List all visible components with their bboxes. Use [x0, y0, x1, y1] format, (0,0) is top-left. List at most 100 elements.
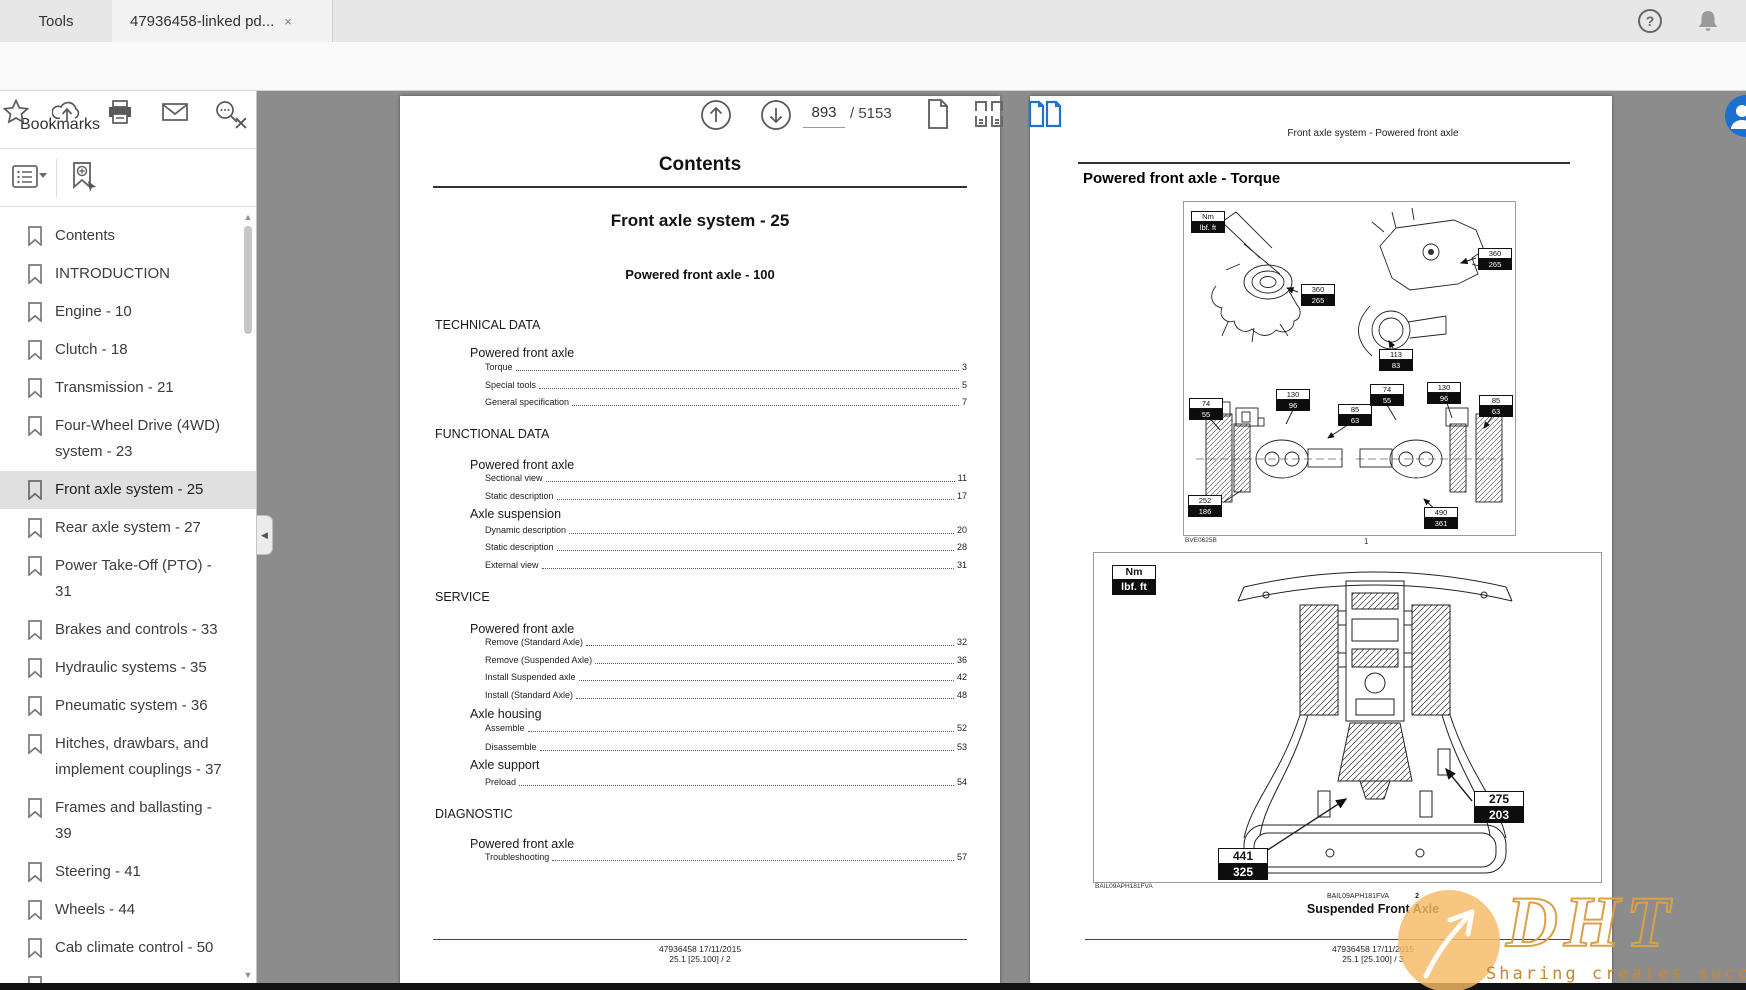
- bookmark-item[interactable]: Wheels - 44: [0, 891, 256, 929]
- toc-group: Powered front axle: [470, 837, 574, 851]
- bookmark-icon: [27, 620, 43, 640]
- torque-label: 8563: [1479, 395, 1513, 417]
- star-icon[interactable]: [2, 98, 30, 126]
- page-up-icon[interactable]: [699, 98, 733, 132]
- toc-entry: Install Suspended axle42: [485, 672, 967, 682]
- bookmark-label: Pneumatic system - 36: [55, 697, 208, 714]
- bookmark-item[interactable]: [0, 967, 256, 979]
- toc-entry: Static description28: [485, 542, 967, 552]
- bookmark-icon: [27, 938, 43, 958]
- email-icon[interactable]: [160, 98, 190, 126]
- toc-entry: Disassemble53: [485, 742, 967, 752]
- two-page-view-icon[interactable]: [1028, 100, 1062, 128]
- toc-entry: Torque3: [485, 362, 967, 372]
- scrolling-view-icon[interactable]: [972, 98, 1006, 130]
- bookmark-label: Cab climate control - 50: [55, 939, 213, 956]
- torque-label: 275203: [1474, 791, 1524, 823]
- tab-close-icon[interactable]: ×: [284, 14, 292, 29]
- bookmark-item[interactable]: Cab climate control - 50: [0, 929, 256, 967]
- divider: [1078, 162, 1570, 164]
- bookmark-icon: [27, 226, 43, 246]
- figure-code: BAIL09APH181FVA: [1095, 883, 1153, 890]
- figure-caption: Suspended Front Axle: [1030, 902, 1664, 916]
- bookmark-icon: [27, 416, 43, 436]
- page-number-box: [803, 97, 843, 129]
- search-icon[interactable]: [212, 98, 242, 126]
- bookmark-icon: [27, 862, 43, 882]
- dot-leader: [569, 533, 954, 534]
- torque-label: 7455: [1189, 398, 1223, 420]
- toc-group: Axle suspension: [470, 507, 561, 521]
- bookmark-label: Contents: [55, 227, 115, 244]
- torque-label: 441325: [1218, 848, 1268, 880]
- toc-entry: Static description17: [485, 491, 967, 501]
- help-icon[interactable]: ?: [1637, 8, 1663, 34]
- dot-leader: [519, 785, 954, 786]
- bottom-strip: [0, 983, 1746, 990]
- bookmark-icon: [27, 518, 43, 538]
- bookmark-label: Front axle system - 25: [55, 481, 203, 498]
- dot-leader: [572, 405, 959, 406]
- torque-label: 8563: [1338, 404, 1372, 426]
- bookmark-item[interactable]: Brakes and controls - 33: [0, 611, 256, 649]
- section-heading: Powered front axle - Torque: [1083, 170, 1280, 187]
- add-bookmark-icon[interactable]: [68, 161, 100, 193]
- tab-document[interactable]: 47936458-linked pd... ×: [112, 0, 333, 42]
- figure-number: 2: [1415, 893, 1419, 900]
- account-icon[interactable]: [1725, 95, 1746, 137]
- bookmark-item-selected[interactable]: Front axle system - 25: [0, 471, 256, 509]
- bookmarks-panel: Bookmarks ✕ Contents INTRODUCTION Engine…: [0, 90, 257, 985]
- dot-leader: [528, 731, 954, 732]
- torque-label: 360265: [1478, 248, 1512, 270]
- bookmark-label: Four-Wheel Drive (4WD) system - 23: [55, 417, 220, 460]
- unit-legend: Nm lbf. ft: [1191, 211, 1225, 233]
- bookmark-item[interactable]: Frames and ballasting - 39: [0, 789, 256, 853]
- bookmark-icon: [27, 302, 43, 322]
- technical-drawing: [1094, 553, 1601, 882]
- bookmark-item[interactable]: Hitches, drawbars, and implement couplin…: [0, 725, 256, 789]
- bell-icon[interactable]: [1695, 8, 1721, 34]
- bookmark-item[interactable]: Steering - 41: [0, 853, 256, 891]
- bookmark-item[interactable]: Rear axle system - 27: [0, 509, 256, 547]
- bookmark-item[interactable]: Transmission - 21: [0, 369, 256, 407]
- page-right: Front axle system - Powered front axle P…: [1030, 96, 1612, 985]
- tab-tools[interactable]: Tools: [0, 0, 113, 42]
- panel-collapse-handle[interactable]: ◀: [257, 515, 273, 555]
- toc-group: Powered front axle: [470, 346, 574, 360]
- bookmark-label: Power Take-Off (PTO) - 31: [55, 557, 212, 600]
- bookmark-item[interactable]: Four-Wheel Drive (4WD) system - 23: [0, 407, 256, 471]
- bookmark-item[interactable]: Clutch - 18: [0, 331, 256, 369]
- sidebar-scrollbar: ▲ ▼: [241, 208, 255, 985]
- bookmark-item[interactable]: INTRODUCTION: [0, 255, 256, 293]
- bookmark-label: Brakes and controls - 33: [55, 621, 218, 638]
- dot-leader: [539, 388, 959, 389]
- bookmark-item[interactable]: Engine - 10: [0, 293, 256, 331]
- dot-leader: [576, 698, 954, 699]
- scroll-down-icon[interactable]: ▼: [241, 968, 255, 982]
- bookmark-label: Hydraulic systems - 35: [55, 659, 207, 676]
- scroll-up-icon[interactable]: ▲: [241, 210, 255, 224]
- scrollbar-thumb[interactable]: [244, 226, 252, 334]
- dot-leader: [586, 645, 954, 646]
- page-down-icon[interactable]: [759, 98, 793, 132]
- single-page-icon[interactable]: [925, 98, 951, 130]
- bookmark-item[interactable]: Contents: [0, 217, 256, 255]
- torque-label: 252186: [1188, 495, 1222, 517]
- bookmark-icon: [27, 734, 43, 754]
- bookmark-icon: [27, 696, 43, 716]
- contents-title: Contents: [400, 154, 1000, 176]
- page-footer-line1: 47936458 17/11/2015: [400, 944, 1000, 954]
- bookmark-item[interactable]: Power Take-Off (PTO) - 31: [0, 547, 256, 611]
- options-icon[interactable]: [12, 163, 48, 191]
- share-upload-icon[interactable]: [52, 98, 82, 126]
- page-number-input[interactable]: [803, 97, 845, 128]
- toc-group: Axle support: [470, 758, 539, 772]
- bookmark-item[interactable]: Pneumatic system - 36: [0, 687, 256, 725]
- bookmark-label: Hitches, drawbars, and implement couplin…: [55, 735, 222, 778]
- toc-entry: Special tools5: [485, 380, 967, 390]
- toc-group: Powered front axle: [470, 458, 574, 472]
- print-icon[interactable]: [106, 98, 134, 126]
- footer-rule: [433, 939, 967, 940]
- bookmark-item[interactable]: Hydraulic systems - 35: [0, 649, 256, 687]
- bookmarks-list: Contents INTRODUCTION Engine - 10 Clutch…: [0, 208, 256, 985]
